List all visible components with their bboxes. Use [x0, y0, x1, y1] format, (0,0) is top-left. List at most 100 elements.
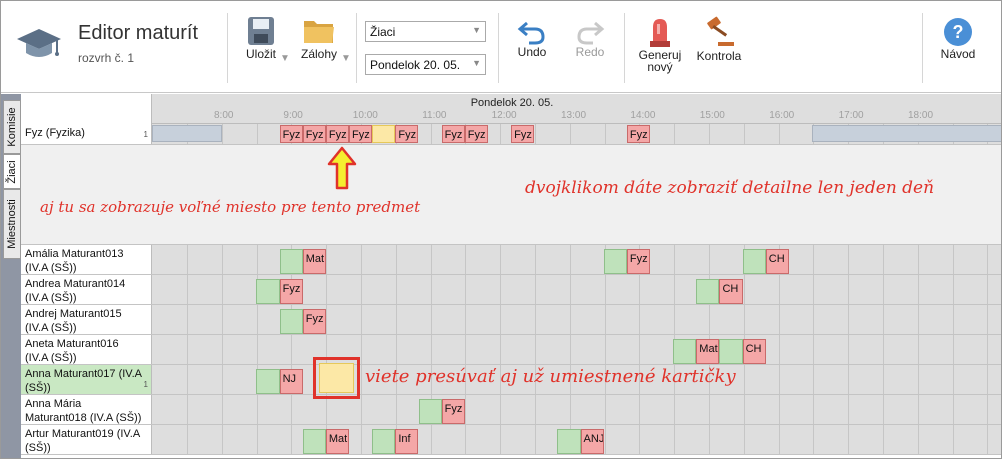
grid-line [395, 335, 397, 364]
grid-line [743, 365, 745, 394]
exam-card[interactable]: NJ [279, 369, 303, 394]
exam-card[interactable]: Fyz [626, 125, 650, 143]
grid-line [361, 395, 362, 424]
unavailable-block [812, 125, 1001, 142]
student-name: Andrea Maturant014 [25, 278, 126, 290]
exam-card[interactable]: Fyz [441, 399, 465, 424]
timeline-header: Pondelok 20. 05. 8:00 9:00 10:00 11:00 12:00… [21, 94, 1001, 124]
undo-button[interactable]: Undo [511, 17, 553, 59]
exam-card[interactable]: Fyz [441, 125, 465, 143]
exam-card[interactable]: Fyz [511, 125, 535, 143]
grid-line [569, 124, 571, 144]
exam-card[interactable]: Fyz [349, 125, 373, 143]
exam-card[interactable]: CH [719, 279, 743, 304]
buffer-slot [256, 279, 280, 304]
student-label[interactable]: Amália Maturant013 (IV.A (SŠ)) [21, 245, 152, 274]
floppy-disk-icon [248, 17, 274, 45]
buffer-slot [302, 429, 326, 454]
grid-line [883, 275, 884, 304]
student-row: Andrej Maturant015 (IV.A (SŠ)) Fyz [21, 305, 1001, 335]
generate-new-button[interactable]: Generuj nový [635, 15, 685, 73]
grid-line [813, 395, 815, 424]
student-label[interactable]: Andrea Maturant014 (IV.A (SŠ)) [21, 275, 152, 304]
student-timeline[interactable]: Mat Inf ANJ [152, 425, 1001, 454]
grid-line [291, 335, 293, 364]
student-timeline[interactable]: Fyz CH [152, 275, 1001, 304]
check-button[interactable]: Kontrola [693, 15, 745, 63]
exam-card[interactable]: Fyz [395, 125, 419, 143]
grid-line [604, 395, 606, 424]
backups-button[interactable]: Zálohy [299, 15, 339, 61]
student-timeline[interactable]: Fyz [152, 395, 1001, 424]
exam-card[interactable]: Mat [696, 339, 720, 364]
student-name: Anna Maturant017 (IV.A [25, 368, 143, 380]
grid-line [987, 305, 989, 334]
exam-card[interactable]: Fyz [279, 279, 303, 304]
exam-card[interactable]: CH [742, 339, 766, 364]
exam-card[interactable]: Fyz [325, 125, 350, 143]
exam-card[interactable]: Fyz [302, 125, 326, 143]
annotation-area: aj tu sa zobrazuje voľné miesto pre tent… [21, 145, 1001, 245]
grid-line [256, 425, 258, 454]
grid-line [883, 245, 884, 274]
dragged-card[interactable] [319, 363, 354, 393]
tab-commissions[interactable]: Komisie [3, 100, 21, 154]
buffer-slot [256, 369, 280, 394]
graduation-cap-icon [17, 29, 61, 57]
grid-line [465, 245, 467, 274]
help-button[interactable]: ? Návod [937, 17, 979, 61]
exam-card[interactable]: CH [765, 249, 789, 274]
student-class: (IV.A (SŠ)) [25, 322, 77, 334]
schedule-subtitle: rozvrh č. 1 [78, 51, 135, 65]
day-label: Pondelok 20. 05. [470, 97, 554, 109]
grid-line [952, 245, 954, 274]
grid-line [604, 124, 606, 144]
grid-line [221, 395, 223, 424]
hour-label: 13:00 [561, 110, 587, 121]
exam-card[interactable]: Fyz [302, 309, 326, 334]
student-label[interactable]: Aneta Maturant016 (IV.A (SŠ)) [21, 335, 152, 364]
redo-button[interactable]: Redo [569, 17, 611, 59]
exam-card[interactable]: Mat [325, 429, 350, 454]
grid-line [361, 425, 362, 454]
exam-card[interactable]: Fyz [626, 249, 650, 274]
grid-line [256, 124, 258, 144]
save-button[interactable]: Uložit [241, 15, 281, 61]
exam-card[interactable]: Mat [302, 249, 326, 274]
subject-timeline[interactable]: Fyz Fyz Fyz Fyz Fyz Fyz Fyz Fyz Fyz [152, 124, 1001, 144]
exam-card[interactable]: Inf [395, 429, 419, 454]
buffer-slot [742, 249, 766, 274]
student-label[interactable]: Anna Mária Maturant018 (IV.A (SŠ)) [21, 395, 152, 424]
backups-dropdown-arrow[interactable]: ▼ [341, 53, 351, 64]
toolbar: Editor maturít rozvrh č. 1 Uložit ▼ Zálo… [1, 1, 1001, 93]
save-dropdown-arrow[interactable]: ▼ [280, 53, 290, 64]
buffer-slot [372, 429, 396, 454]
grid-line [987, 335, 989, 364]
exam-card[interactable]: Fyz [464, 125, 488, 143]
student-timeline[interactable]: Mat CH [152, 335, 1001, 364]
student-timeline[interactable]: Fyz [152, 305, 1001, 334]
toolbar-separator [624, 13, 625, 83]
day-select[interactable]: Pondelok 20. 05. ▼ [365, 54, 486, 75]
grid-line [709, 425, 710, 454]
view-select[interactable]: Žiaci ▼ [365, 21, 486, 42]
student-label[interactable]: Artur Maturant019 (IV.A (SŠ)) [21, 425, 152, 454]
grid-line [743, 275, 745, 304]
help-label: Návod [940, 47, 976, 61]
grid-line [987, 425, 989, 454]
student-name: Aneta Maturant016 [25, 338, 119, 350]
student-label[interactable]: Anna Maturant017 (IV.A (SŠ)) 1 [21, 365, 152, 394]
exam-card[interactable]: ANJ [580, 429, 604, 454]
student-label[interactable]: Andrej Maturant015 (IV.A (SŠ)) [21, 305, 152, 334]
tab-students[interactable]: Žiaci [3, 154, 21, 189]
siren-icon [650, 19, 670, 47]
student-name: Artur Maturant019 (IV.A [25, 428, 141, 440]
tab-rooms[interactable]: Miestnosti [3, 189, 21, 259]
grid-line [535, 425, 536, 454]
grid-line [848, 275, 850, 304]
grid-line [639, 395, 641, 424]
exam-card[interactable]: Fyz [279, 125, 303, 143]
grid-line [187, 365, 188, 394]
grid-line [674, 245, 676, 274]
student-timeline[interactable]: Mat Fyz CH [152, 245, 1001, 274]
